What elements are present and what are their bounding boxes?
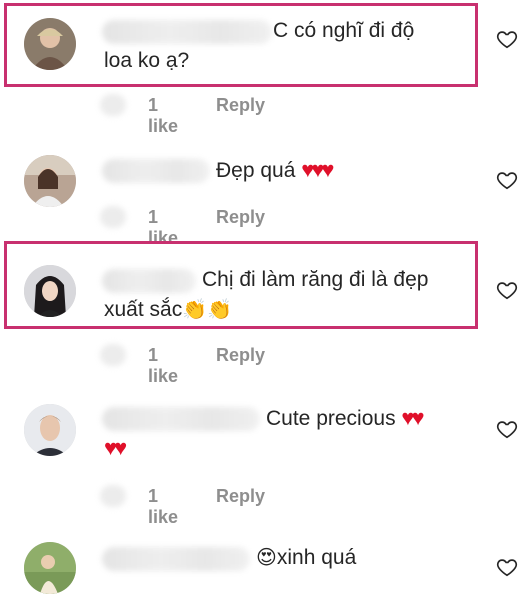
username-blurred[interactable] (102, 547, 250, 571)
reply-button[interactable]: Reply (216, 486, 265, 507)
heart-outline-icon[interactable] (496, 279, 518, 301)
timestamp-blurred (100, 206, 126, 228)
red-heart-emoji: ♥♥♥ (301, 157, 334, 182)
comment-text-line2: loa ko ạ? (104, 49, 190, 72)
comment-3: Chị đi làm răng đi là đẹp xuất sắc👏👏 1 l… (0, 235, 530, 386)
comment-text: C có nghĩ đi độ (273, 19, 415, 42)
comment-text-line2: ♥♥ (104, 433, 127, 464)
username-blurred[interactable] (102, 269, 196, 293)
reply-button[interactable]: Reply (216, 95, 265, 116)
comment-text: Chị đi làm răng đi là đẹp (202, 268, 429, 291)
avatar[interactable] (24, 404, 76, 456)
timestamp-blurred (100, 485, 126, 507)
heart-outline-icon[interactable] (496, 28, 518, 50)
comment-text-line2: xuất sắc👏👏 (104, 295, 232, 325)
red-heart-emoji: ♥♥ (104, 435, 127, 460)
username-blurred[interactable] (102, 20, 272, 44)
clapping-hands-emoji: 👏👏 (182, 299, 233, 321)
username-blurred[interactable] (102, 159, 210, 183)
heart-outline-icon[interactable] (496, 169, 518, 191)
comment-text-content: Đẹp quá (216, 159, 296, 182)
comment-text: 😍xinh quá (256, 543, 356, 573)
avatar[interactable] (24, 18, 76, 70)
avatar[interactable] (24, 155, 76, 207)
comment-1: C có nghĩ đi độ loa ko ạ? 1 like Reply (0, 0, 530, 136)
timestamp-blurred (100, 94, 126, 116)
red-heart-emoji: ♥♥ (401, 405, 424, 430)
comment-text: Đẹp quá ♥♥♥ (216, 155, 334, 186)
timestamp-blurred (100, 344, 126, 366)
avatar[interactable] (24, 542, 76, 594)
comment-4: Cute precious ♥♥ ♥♥ 1 like Reply (0, 370, 530, 527)
comment-5: 😍xinh quá (0, 510, 530, 608)
comment-2: Đẹp quá ♥♥♥ 1 like Reply (0, 125, 530, 248)
avatar[interactable] (24, 265, 76, 317)
comment-text: Cute precious ♥♥ (266, 403, 425, 434)
username-blurred[interactable] (102, 407, 260, 431)
comment-text-content: Cute precious (266, 407, 396, 430)
comment-text-content: xinh quá (276, 546, 357, 569)
heart-outline-icon[interactable] (496, 556, 518, 578)
comment-text-content: xuất sắc (104, 298, 183, 321)
reply-button[interactable]: Reply (216, 345, 265, 366)
reply-button[interactable]: Reply (216, 207, 265, 228)
heart-eyes-emoji: 😍 (256, 547, 277, 569)
heart-outline-icon[interactable] (496, 418, 518, 440)
